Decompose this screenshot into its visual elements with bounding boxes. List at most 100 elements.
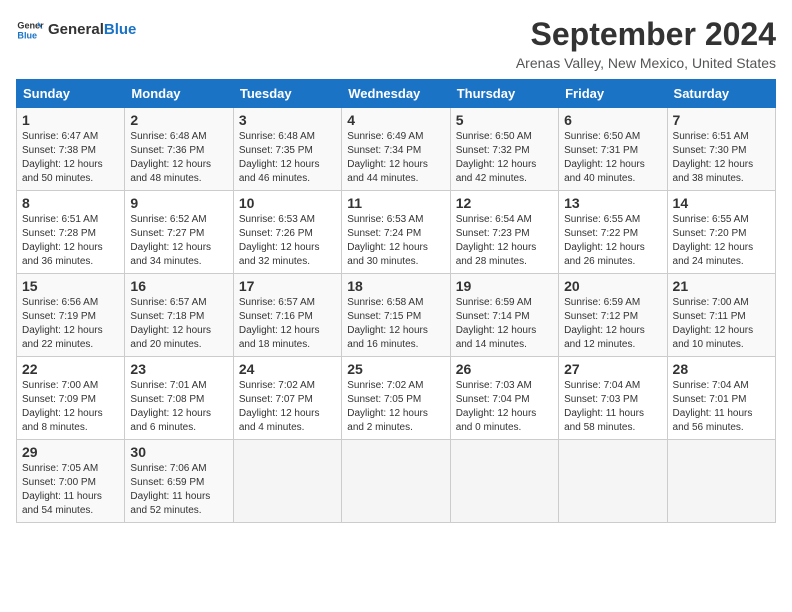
day-info: Sunrise: 6:55 AM Sunset: 7:20 PM Dayligh…: [673, 213, 770, 269]
day-info: Sunrise: 7:04 AM Sunset: 7:03 PM Dayligh…: [564, 379, 661, 435]
table-row: 21 Sunrise: 7:00 AM Sunset: 7:11 PM Dayli…: [667, 274, 775, 357]
svg-text:Blue: Blue: [17, 30, 37, 40]
table-row: 5 Sunrise: 6:50 AM Sunset: 7:32 PM Daylig…: [450, 108, 558, 191]
calendar-week-3: 15Sunrise: 6:56 AM Sunset: 7:19 PM Dayli…: [17, 274, 776, 357]
day-info: Sunrise: 6:59 AM Sunset: 7:12 PM Dayligh…: [564, 296, 661, 352]
day-info: Sunrise: 6:58 AM Sunset: 7:15 PM Dayligh…: [347, 296, 444, 352]
table-row: 8Sunrise: 6:51 AM Sunset: 7:28 PM Daylig…: [17, 191, 125, 274]
table-row: 30 Sunrise: 7:06 AM Sunset: 6:59 PM Dayli…: [125, 440, 233, 523]
table-row: [342, 440, 450, 523]
calendar-week-2: 8Sunrise: 6:51 AM Sunset: 7:28 PM Daylig…: [17, 191, 776, 274]
day-number: 24: [239, 361, 336, 377]
month-title: September 2024: [516, 16, 776, 53]
day-number: 26: [456, 361, 553, 377]
day-info: Sunrise: 7:00 AM Sunset: 7:09 PM Dayligh…: [22, 379, 119, 435]
day-number: 4: [347, 112, 444, 128]
table-row: 18 Sunrise: 6:58 AM Sunset: 7:15 PM Dayli…: [342, 274, 450, 357]
table-row: 28 Sunrise: 7:04 AM Sunset: 7:01 PM Dayli…: [667, 357, 775, 440]
day-info: Sunrise: 6:50 AM Sunset: 7:32 PM Dayligh…: [456, 130, 553, 186]
table-row: 3Sunrise: 6:48 AM Sunset: 7:35 PM Daylig…: [233, 108, 341, 191]
day-info: Sunrise: 6:54 AM Sunset: 7:23 PM Dayligh…: [456, 213, 553, 269]
day-info: Sunrise: 6:52 AM Sunset: 7:27 PM Dayligh…: [130, 213, 227, 269]
day-number: 11: [347, 195, 444, 211]
day-number: 28: [673, 361, 770, 377]
day-number: 7: [673, 112, 770, 128]
day-number: 14: [673, 195, 770, 211]
title-area: September 2024 Arenas Valley, New Mexico…: [516, 16, 776, 71]
page-header: General Blue GeneralBlue September 2024 …: [16, 16, 776, 71]
table-row: 23 Sunrise: 7:01 AM Sunset: 7:08 PM Dayli…: [125, 357, 233, 440]
day-info: Sunrise: 6:57 AM Sunset: 7:18 PM Dayligh…: [130, 296, 227, 352]
table-row: [233, 440, 341, 523]
day-number: 16: [130, 278, 227, 294]
day-info: Sunrise: 7:04 AM Sunset: 7:01 PM Dayligh…: [673, 379, 770, 435]
col-saturday: Saturday: [667, 80, 775, 108]
day-number: 6: [564, 112, 661, 128]
table-row: 6 Sunrise: 6:50 AM Sunset: 7:31 PM Daylig…: [559, 108, 667, 191]
day-number: 8: [22, 195, 119, 211]
table-row: 1Sunrise: 6:47 AM Sunset: 7:38 PM Daylig…: [17, 108, 125, 191]
location-title: Arenas Valley, New Mexico, United States: [516, 55, 776, 71]
day-number: 9: [130, 195, 227, 211]
table-row: [450, 440, 558, 523]
table-row: 10 Sunrise: 6:53 AM Sunset: 7:26 PM Dayli…: [233, 191, 341, 274]
table-row: [559, 440, 667, 523]
day-number: 27: [564, 361, 661, 377]
day-number: 22: [22, 361, 119, 377]
calendar-week-4: 22 Sunrise: 7:00 AM Sunset: 7:09 PM Dayli…: [17, 357, 776, 440]
day-info: Sunrise: 7:03 AM Sunset: 7:04 PM Dayligh…: [456, 379, 553, 435]
day-number: 25: [347, 361, 444, 377]
day-info: Sunrise: 7:06 AM Sunset: 6:59 PM Dayligh…: [130, 462, 227, 518]
day-info: Sunrise: 7:02 AM Sunset: 7:07 PM Dayligh…: [239, 379, 336, 435]
calendar-table: Sunday Monday Tuesday Wednesday Thursday…: [16, 79, 776, 523]
day-info: Sunrise: 6:50 AM Sunset: 7:31 PM Dayligh…: [564, 130, 661, 186]
col-friday: Friday: [559, 80, 667, 108]
table-row: 7 Sunrise: 6:51 AM Sunset: 7:30 PM Daylig…: [667, 108, 775, 191]
table-row: 26 Sunrise: 7:03 AM Sunset: 7:04 PM Dayli…: [450, 357, 558, 440]
day-info: Sunrise: 6:59 AM Sunset: 7:14 PM Dayligh…: [456, 296, 553, 352]
day-number: 2: [130, 112, 227, 128]
col-monday: Monday: [125, 80, 233, 108]
day-info: Sunrise: 6:53 AM Sunset: 7:26 PM Dayligh…: [239, 213, 336, 269]
day-number: 19: [456, 278, 553, 294]
logo: General Blue GeneralBlue: [16, 16, 136, 44]
day-info: Sunrise: 7:05 AM Sunset: 7:00 PM Dayligh…: [22, 462, 119, 518]
logo-blue: Blue: [104, 21, 137, 38]
day-info: Sunrise: 7:01 AM Sunset: 7:08 PM Dayligh…: [130, 379, 227, 435]
table-row: 29 Sunrise: 7:05 AM Sunset: 7:00 PM Dayli…: [17, 440, 125, 523]
day-number: 23: [130, 361, 227, 377]
day-number: 18: [347, 278, 444, 294]
table-row: 20Sunrise: 6:59 AM Sunset: 7:12 PM Dayli…: [559, 274, 667, 357]
day-info: Sunrise: 6:49 AM Sunset: 7:34 PM Dayligh…: [347, 130, 444, 186]
day-number: 10: [239, 195, 336, 211]
day-number: 30: [130, 444, 227, 460]
table-row: [667, 440, 775, 523]
col-tuesday: Tuesday: [233, 80, 341, 108]
day-info: Sunrise: 6:51 AM Sunset: 7:30 PM Dayligh…: [673, 130, 770, 186]
calendar-week-1: 1Sunrise: 6:47 AM Sunset: 7:38 PM Daylig…: [17, 108, 776, 191]
day-number: 5: [456, 112, 553, 128]
col-wednesday: Wednesday: [342, 80, 450, 108]
day-info: Sunrise: 6:47 AM Sunset: 7:38 PM Dayligh…: [22, 130, 119, 186]
table-row: 4 Sunrise: 6:49 AM Sunset: 7:34 PM Daylig…: [342, 108, 450, 191]
day-number: 13: [564, 195, 661, 211]
table-row: 15Sunrise: 6:56 AM Sunset: 7:19 PM Dayli…: [17, 274, 125, 357]
day-number: 29: [22, 444, 119, 460]
table-row: 17Sunrise: 6:57 AM Sunset: 7:16 PM Dayli…: [233, 274, 341, 357]
day-info: Sunrise: 6:48 AM Sunset: 7:36 PM Dayligh…: [130, 130, 227, 186]
table-row: 16 Sunrise: 6:57 AM Sunset: 7:18 PM Dayli…: [125, 274, 233, 357]
day-info: Sunrise: 7:02 AM Sunset: 7:05 PM Dayligh…: [347, 379, 444, 435]
table-row: 25 Sunrise: 7:02 AM Sunset: 7:05 PM Dayli…: [342, 357, 450, 440]
table-row: 22 Sunrise: 7:00 AM Sunset: 7:09 PM Dayli…: [17, 357, 125, 440]
day-info: Sunrise: 6:57 AM Sunset: 7:16 PM Dayligh…: [239, 296, 336, 352]
table-row: 19 Sunrise: 6:59 AM Sunset: 7:14 PM Dayli…: [450, 274, 558, 357]
day-info: Sunrise: 7:00 AM Sunset: 7:11 PM Dayligh…: [673, 296, 770, 352]
table-row: 9 Sunrise: 6:52 AM Sunset: 7:27 PM Daylig…: [125, 191, 233, 274]
table-row: 13Sunrise: 6:55 AM Sunset: 7:22 PM Dayli…: [559, 191, 667, 274]
day-info: Sunrise: 6:48 AM Sunset: 7:35 PM Dayligh…: [239, 130, 336, 186]
col-sunday: Sunday: [17, 80, 125, 108]
day-number: 21: [673, 278, 770, 294]
logo-icon: General Blue: [16, 16, 44, 44]
table-row: 24 Sunrise: 7:02 AM Sunset: 7:07 PM Dayli…: [233, 357, 341, 440]
day-number: 12: [456, 195, 553, 211]
